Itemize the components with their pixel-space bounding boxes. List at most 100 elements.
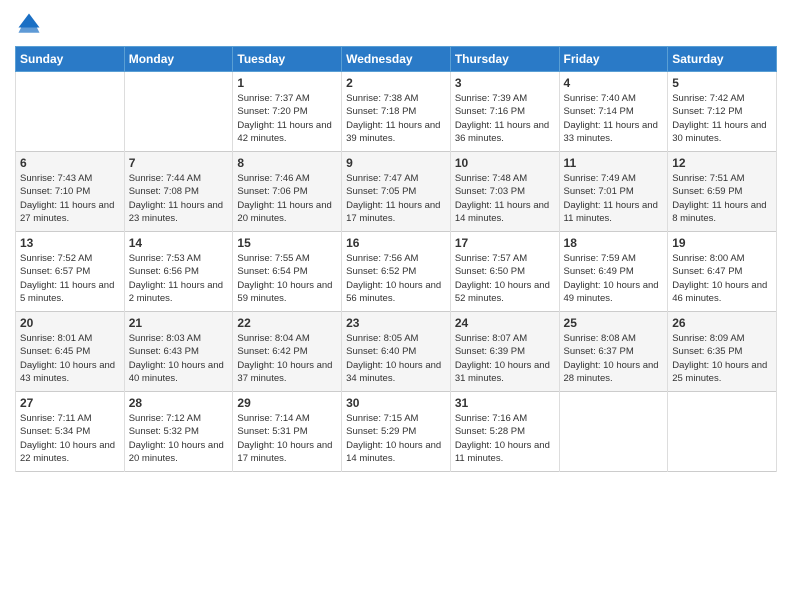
header: [15, 10, 777, 38]
day-number: 9: [346, 156, 446, 170]
cell-content: Sunrise: 7:14 AM Sunset: 5:31 PM Dayligh…: [237, 412, 337, 465]
cell-content: Sunrise: 7:44 AM Sunset: 7:08 PM Dayligh…: [129, 172, 229, 225]
page: SundayMondayTuesdayWednesdayThursdayFrid…: [0, 0, 792, 612]
cell-content: Sunrise: 7:37 AM Sunset: 7:20 PM Dayligh…: [237, 92, 337, 145]
day-number: 25: [564, 316, 664, 330]
calendar-table: SundayMondayTuesdayWednesdayThursdayFrid…: [15, 46, 777, 472]
calendar-cell: 3Sunrise: 7:39 AM Sunset: 7:16 PM Daylig…: [450, 72, 559, 152]
calendar-cell: 26 Sunrise: 8:09 AM Sunset: 6:35 PM Dayli…: [668, 312, 777, 392]
calendar-cell: 31 Sunrise: 7:16 AM Sunset: 5:28 PM Dayli…: [450, 392, 559, 472]
cell-content: Sunrise: 8:09 AM Sunset: 6:35 PM Dayligh…: [672, 332, 772, 385]
day-number: 8: [237, 156, 337, 170]
cell-content: Sunrise: 7:40 AM Sunset: 7:14 PM Dayligh…: [564, 92, 664, 145]
cell-content: Sunrise: 8:05 AM Sunset: 6:40 PM Dayligh…: [346, 332, 446, 385]
cell-content: Sunrise: 7:53 AM Sunset: 6:56 PM Dayligh…: [129, 252, 229, 305]
day-number: 28: [129, 396, 229, 410]
day-header-sunday: Sunday: [16, 47, 125, 72]
day-number: 26: [672, 316, 772, 330]
cell-content: Sunrise: 7:16 AM Sunset: 5:28 PM Dayligh…: [455, 412, 555, 465]
calendar-cell: 29 Sunrise: 7:14 AM Sunset: 5:31 PM Dayli…: [233, 392, 342, 472]
day-header-thursday: Thursday: [450, 47, 559, 72]
calendar-cell: 10 Sunrise: 7:48 AM Sunset: 7:03 PM Dayli…: [450, 152, 559, 232]
calendar-cell: 5 Sunrise: 7:42 AM Sunset: 7:12 PM Daylig…: [668, 72, 777, 152]
day-number: 2: [346, 76, 446, 90]
cell-content: Sunrise: 8:04 AM Sunset: 6:42 PM Dayligh…: [237, 332, 337, 385]
calendar-header-row: SundayMondayTuesdayWednesdayThursdayFrid…: [16, 47, 777, 72]
day-number: 24: [455, 316, 555, 330]
day-number: 1: [237, 76, 337, 90]
calendar-week-row: 6 Sunrise: 7:43 AM Sunset: 7:10 PM Daylig…: [16, 152, 777, 232]
calendar-cell: 21Sunrise: 8:03 AM Sunset: 6:43 PM Dayli…: [124, 312, 233, 392]
day-header-tuesday: Tuesday: [233, 47, 342, 72]
cell-content: Sunrise: 7:59 AM Sunset: 6:49 PM Dayligh…: [564, 252, 664, 305]
day-header-saturday: Saturday: [668, 47, 777, 72]
calendar-cell: 12Sunrise: 7:51 AM Sunset: 6:59 PM Dayli…: [668, 152, 777, 232]
calendar-week-row: 20 Sunrise: 8:01 AM Sunset: 6:45 PM Dayli…: [16, 312, 777, 392]
calendar-cell: 15 Sunrise: 7:55 AM Sunset: 6:54 PM Dayli…: [233, 232, 342, 312]
calendar-cell: 18Sunrise: 7:59 AM Sunset: 6:49 PM Dayli…: [559, 232, 668, 312]
calendar-cell: [16, 72, 125, 152]
day-number: 31: [455, 396, 555, 410]
day-number: 16: [346, 236, 446, 250]
day-number: 29: [237, 396, 337, 410]
calendar-cell: 2Sunrise: 7:38 AM Sunset: 7:18 PM Daylig…: [342, 72, 451, 152]
calendar-cell: 20 Sunrise: 8:01 AM Sunset: 6:45 PM Dayli…: [16, 312, 125, 392]
calendar-cell: [559, 392, 668, 472]
calendar-cell: 1 Sunrise: 7:37 AM Sunset: 7:20 PM Daylig…: [233, 72, 342, 152]
calendar-cell: 4 Sunrise: 7:40 AM Sunset: 7:14 PM Daylig…: [559, 72, 668, 152]
calendar-cell: 28Sunrise: 7:12 AM Sunset: 5:32 PM Dayli…: [124, 392, 233, 472]
calendar-cell: 25 Sunrise: 8:08 AM Sunset: 6:37 PM Dayli…: [559, 312, 668, 392]
day-number: 21: [129, 316, 229, 330]
cell-content: Sunrise: 7:15 AM Sunset: 5:29 PM Dayligh…: [346, 412, 446, 465]
cell-content: Sunrise: 7:11 AM Sunset: 5:34 PM Dayligh…: [20, 412, 120, 465]
calendar-week-row: 1 Sunrise: 7:37 AM Sunset: 7:20 PM Daylig…: [16, 72, 777, 152]
calendar-cell: 6 Sunrise: 7:43 AM Sunset: 7:10 PM Daylig…: [16, 152, 125, 232]
cell-content: Sunrise: 7:48 AM Sunset: 7:03 PM Dayligh…: [455, 172, 555, 225]
logo: [15, 10, 47, 38]
day-number: 6: [20, 156, 120, 170]
day-number: 19: [672, 236, 772, 250]
calendar-cell: 23 Sunrise: 8:05 AM Sunset: 6:40 PM Dayli…: [342, 312, 451, 392]
calendar-cell: 13Sunrise: 7:52 AM Sunset: 6:57 PM Dayli…: [16, 232, 125, 312]
day-header-friday: Friday: [559, 47, 668, 72]
day-number: 5: [672, 76, 772, 90]
logo-icon: [15, 10, 43, 38]
cell-content: Sunrise: 7:43 AM Sunset: 7:10 PM Dayligh…: [20, 172, 120, 225]
day-number: 10: [455, 156, 555, 170]
calendar-cell: 17Sunrise: 7:57 AM Sunset: 6:50 PM Dayli…: [450, 232, 559, 312]
day-number: 4: [564, 76, 664, 90]
day-number: 14: [129, 236, 229, 250]
cell-content: Sunrise: 7:56 AM Sunset: 6:52 PM Dayligh…: [346, 252, 446, 305]
calendar-cell: 27 Sunrise: 7:11 AM Sunset: 5:34 PM Dayli…: [16, 392, 125, 472]
cell-content: Sunrise: 7:55 AM Sunset: 6:54 PM Dayligh…: [237, 252, 337, 305]
day-number: 11: [564, 156, 664, 170]
calendar-cell: 24 Sunrise: 8:07 AM Sunset: 6:39 PM Dayli…: [450, 312, 559, 392]
cell-content: Sunrise: 8:07 AM Sunset: 6:39 PM Dayligh…: [455, 332, 555, 385]
day-number: 30: [346, 396, 446, 410]
day-number: 27: [20, 396, 120, 410]
day-number: 20: [20, 316, 120, 330]
cell-content: Sunrise: 8:01 AM Sunset: 6:45 PM Dayligh…: [20, 332, 120, 385]
calendar-cell: 22 Sunrise: 8:04 AM Sunset: 6:42 PM Dayli…: [233, 312, 342, 392]
calendar-cell: [124, 72, 233, 152]
cell-content: Sunrise: 8:00 AM Sunset: 6:47 PM Dayligh…: [672, 252, 772, 305]
day-number: 15: [237, 236, 337, 250]
calendar-cell: 19 Sunrise: 8:00 AM Sunset: 6:47 PM Dayli…: [668, 232, 777, 312]
calendar-cell: [668, 392, 777, 472]
calendar-cell: 9 Sunrise: 7:47 AM Sunset: 7:05 PM Daylig…: [342, 152, 451, 232]
calendar-cell: 7Sunrise: 7:44 AM Sunset: 7:08 PM Daylig…: [124, 152, 233, 232]
calendar-cell: 8Sunrise: 7:46 AM Sunset: 7:06 PM Daylig…: [233, 152, 342, 232]
cell-content: Sunrise: 7:47 AM Sunset: 7:05 PM Dayligh…: [346, 172, 446, 225]
day-number: 13: [20, 236, 120, 250]
cell-content: Sunrise: 7:42 AM Sunset: 7:12 PM Dayligh…: [672, 92, 772, 145]
calendar-cell: 30 Sunrise: 7:15 AM Sunset: 5:29 PM Dayli…: [342, 392, 451, 472]
day-number: 23: [346, 316, 446, 330]
day-number: 22: [237, 316, 337, 330]
cell-content: Sunrise: 8:08 AM Sunset: 6:37 PM Dayligh…: [564, 332, 664, 385]
day-header-wednesday: Wednesday: [342, 47, 451, 72]
cell-content: Sunrise: 7:49 AM Sunset: 7:01 PM Dayligh…: [564, 172, 664, 225]
day-number: 12: [672, 156, 772, 170]
calendar-cell: 14 Sunrise: 7:53 AM Sunset: 6:56 PM Dayli…: [124, 232, 233, 312]
day-header-monday: Monday: [124, 47, 233, 72]
calendar-cell: 16 Sunrise: 7:56 AM Sunset: 6:52 PM Dayli…: [342, 232, 451, 312]
